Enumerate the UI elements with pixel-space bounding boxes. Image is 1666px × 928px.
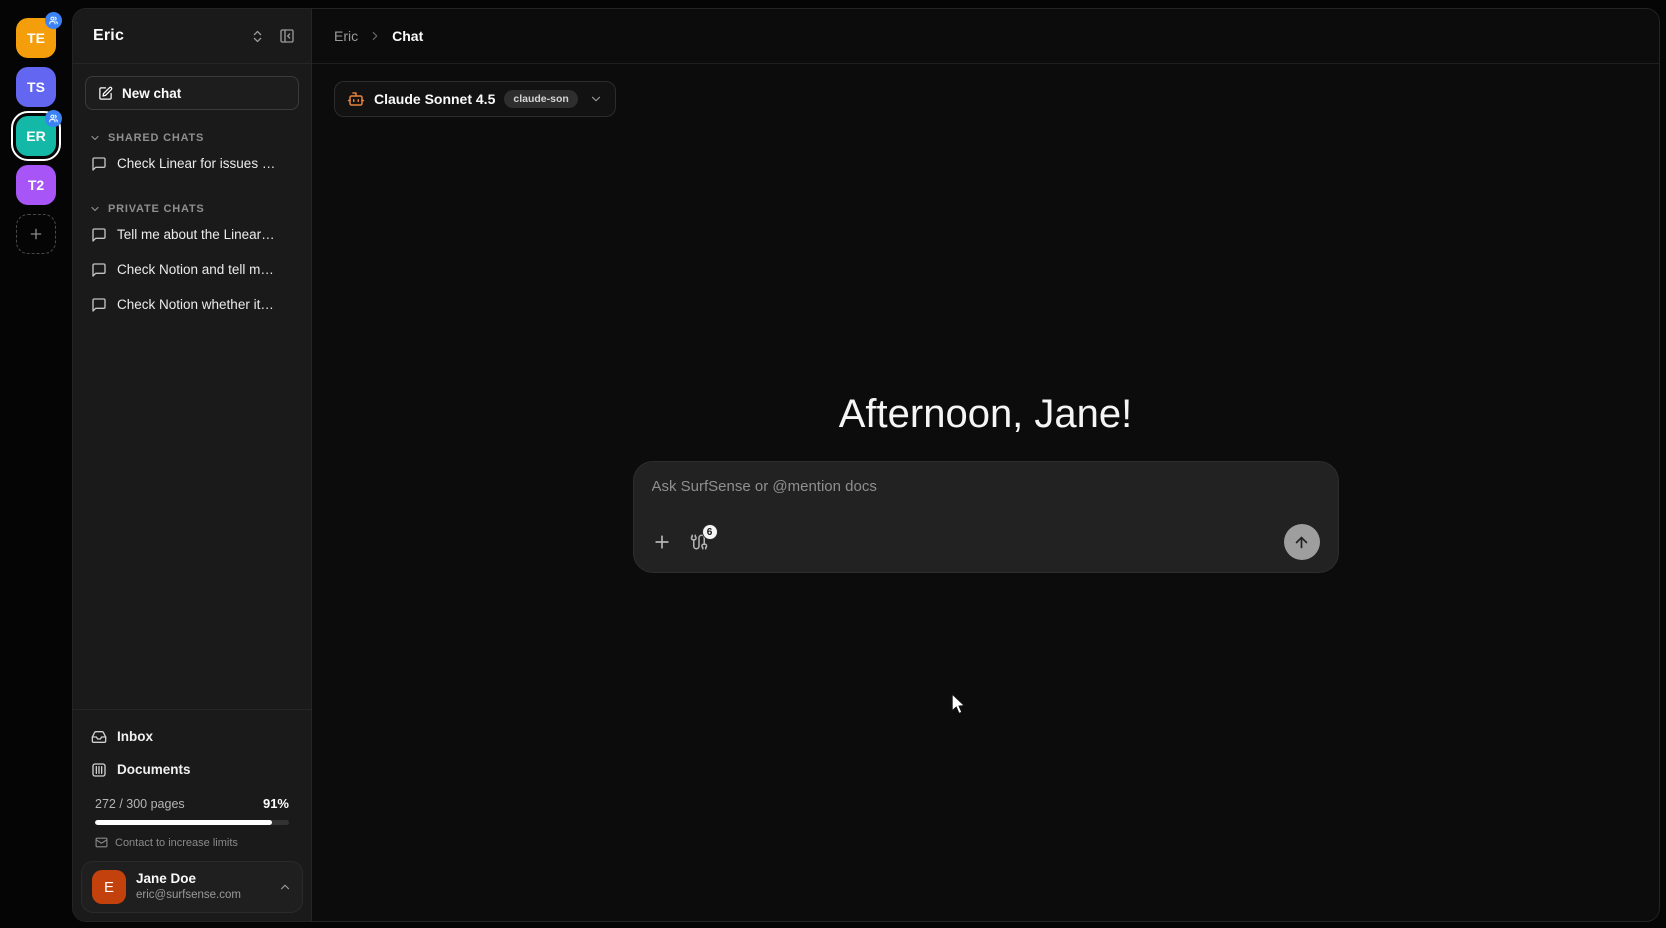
contact-label: Contact to increase limits <box>115 837 238 849</box>
shared-users-badge-icon <box>45 110 62 127</box>
chevron-up-icon <box>278 880 292 894</box>
app-window: TE TS ER T2 Eric <box>0 0 1666 928</box>
shared-users-badge-icon <box>45 12 62 29</box>
chat-item[interactable]: Check Notion whether it… <box>85 287 299 322</box>
add-workspace-button[interactable] <box>16 214 56 254</box>
workspace-rail: TE TS ER T2 <box>0 0 72 928</box>
workspace-initials: TE <box>27 30 45 46</box>
chat-item-label: Tell me about the Linear… <box>117 227 275 242</box>
message-square-icon <box>91 156 107 172</box>
workspace-avatar-er-selected[interactable]: ER <box>16 116 56 156</box>
attach-button[interactable] <box>652 532 672 552</box>
contact-increase-limits-link[interactable]: Contact to increase limits <box>95 836 238 849</box>
chat-item-label: Check Linear for issues … <box>117 156 275 171</box>
user-profile-button[interactable]: E Jane Doe eric@surfsense.com <box>81 861 303 913</box>
plus-icon <box>652 532 672 552</box>
message-square-icon <box>91 262 107 278</box>
chat-item[interactable]: Check Notion and tell m… <box>85 252 299 287</box>
chevrons-up-down-icon <box>250 29 265 44</box>
usage-meter: 272 / 300 pages 91% Contact to increase … <box>85 786 299 849</box>
sidebar: Eric <box>73 9 312 921</box>
sidebar-bottom-nav: Inbox Documents 272 / 300 pages 91% <box>73 709 311 851</box>
breadcrumb: Eric Chat <box>312 9 1659 64</box>
workspace-avatar-ts[interactable]: TS <box>16 67 56 107</box>
usage-pages-label: 272 / 300 pages <box>95 797 185 811</box>
workspace-initials: TS <box>27 79 45 95</box>
new-chat-button[interactable]: New chat <box>85 76 299 110</box>
usage-progress-track <box>95 820 289 825</box>
private-chats-header[interactable]: PRIVATE CHATS <box>85 201 299 217</box>
shared-chats-section: SHARED CHATS Check Linear for issues … <box>85 130 299 181</box>
nav-item-label: Documents <box>117 762 191 777</box>
app-card: Eric <box>72 8 1660 922</box>
breadcrumb-current: Chat <box>392 28 423 44</box>
greeting-text: Afternoon, Jane! <box>839 392 1133 437</box>
chat-composer[interactable]: 6 <box>633 461 1339 573</box>
composer-toolbar: 6 <box>652 524 1320 560</box>
new-chat-label: New chat <box>122 86 181 101</box>
private-chats-section: PRIVATE CHATS Tell me about the Linear… … <box>85 201 299 322</box>
shared-chats-header[interactable]: SHARED CHATS <box>85 130 299 146</box>
sidebar-item-documents[interactable]: Documents <box>85 753 299 786</box>
sidebar-header: Eric <box>73 9 311 64</box>
model-selector-button[interactable]: Claude Sonnet 4.5 claude-son <box>334 81 616 117</box>
connector-count-badge: 6 <box>702 524 718 540</box>
chevron-down-icon <box>589 92 603 106</box>
main-area: Eric Chat Claude Sonnet 4.5 claude-son A… <box>312 9 1659 921</box>
chevron-down-icon <box>89 132 101 144</box>
chat-item-label: Check Notion whether it… <box>117 297 274 312</box>
inbox-icon <box>91 729 107 745</box>
connectors-button[interactable]: 6 <box>690 533 708 551</box>
bot-icon <box>347 90 365 108</box>
user-name: Jane Doe <box>136 871 241 888</box>
workspace-initials: ER <box>26 128 45 144</box>
collapse-sidebar-button[interactable] <box>279 28 295 44</box>
arrow-up-icon <box>1293 534 1310 551</box>
panel-left-close-icon <box>279 28 295 44</box>
workspace-avatar-t2[interactable]: T2 <box>16 165 56 205</box>
usage-progress-fill <box>95 820 272 825</box>
usage-percent-label: 91% <box>263 796 289 811</box>
avatar-initial: E <box>104 879 114 896</box>
sidebar-spacer <box>85 322 299 697</box>
workspace-initials: T2 <box>28 177 44 193</box>
workspace-name: Eric <box>93 27 124 45</box>
send-button[interactable] <box>1284 524 1320 560</box>
message-square-icon <box>91 297 107 313</box>
breadcrumb-parent[interactable]: Eric <box>334 28 358 44</box>
workspace-switcher-button[interactable] <box>250 29 265 44</box>
model-id-badge: claude-son <box>504 90 577 108</box>
section-title: PRIVATE CHATS <box>108 203 205 215</box>
workspace-avatar-te[interactable]: TE <box>16 18 56 58</box>
model-name: Claude Sonnet 4.5 <box>374 91 495 107</box>
chat-input[interactable] <box>652 478 1320 524</box>
chevron-down-icon <box>89 203 101 215</box>
chevron-right-icon <box>368 29 382 43</box>
sidebar-body: New chat SHARED CHATS Check Linear for i… <box>73 64 311 709</box>
user-email: eric@surfsense.com <box>136 888 241 902</box>
nav-item-label: Inbox <box>117 729 153 744</box>
library-icon <box>91 762 107 778</box>
chat-item[interactable]: Check Linear for issues … <box>85 146 299 181</box>
user-avatar: E <box>92 870 126 904</box>
chat-item-label: Check Notion and tell m… <box>117 262 274 277</box>
edit-pencil-icon <box>98 86 113 101</box>
sidebar-item-inbox[interactable]: Inbox <box>85 720 299 753</box>
message-square-icon <box>91 227 107 243</box>
chat-item[interactable]: Tell me about the Linear… <box>85 217 299 252</box>
mail-icon <box>95 836 108 849</box>
section-title: SHARED CHATS <box>108 132 204 144</box>
plus-icon <box>28 226 44 242</box>
